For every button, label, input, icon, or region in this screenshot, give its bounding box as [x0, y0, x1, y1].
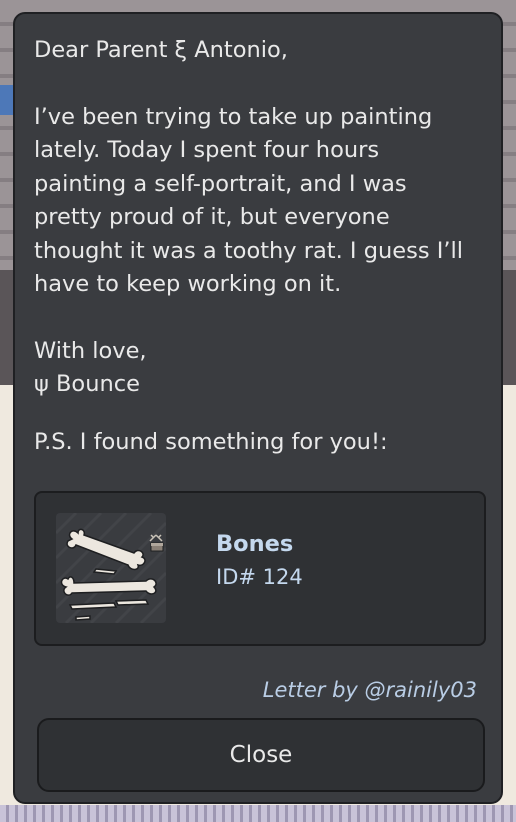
- gift-name: Bones: [216, 531, 294, 557]
- bones-icon: [56, 513, 166, 623]
- letter-sign-off: With love,: [34, 337, 147, 364]
- letter-dialog: Dear Parent ξ Antonio, I’ve been trying …: [13, 12, 503, 804]
- background-footer: [0, 805, 516, 822]
- letter-signature: ψ Bounce: [34, 371, 140, 397]
- letter-credit[interactable]: Letter by @rainily03: [263, 678, 477, 702]
- letter-content: Dear Parent ξ Antonio, I’ve been trying …: [34, 34, 474, 459]
- letter-postscript: P.S. I found something for you!:: [34, 428, 388, 455]
- letter-body: I’ve been trying to take up painting lat…: [34, 103, 463, 298]
- background-blue-tab: [0, 85, 14, 115]
- letter-greeting: Dear Parent ξ Antonio,: [34, 37, 288, 63]
- gift-card: Bones ID# 124: [34, 491, 486, 646]
- gift-id: ID# 124: [216, 565, 303, 589]
- close-button[interactable]: Close: [37, 718, 485, 792]
